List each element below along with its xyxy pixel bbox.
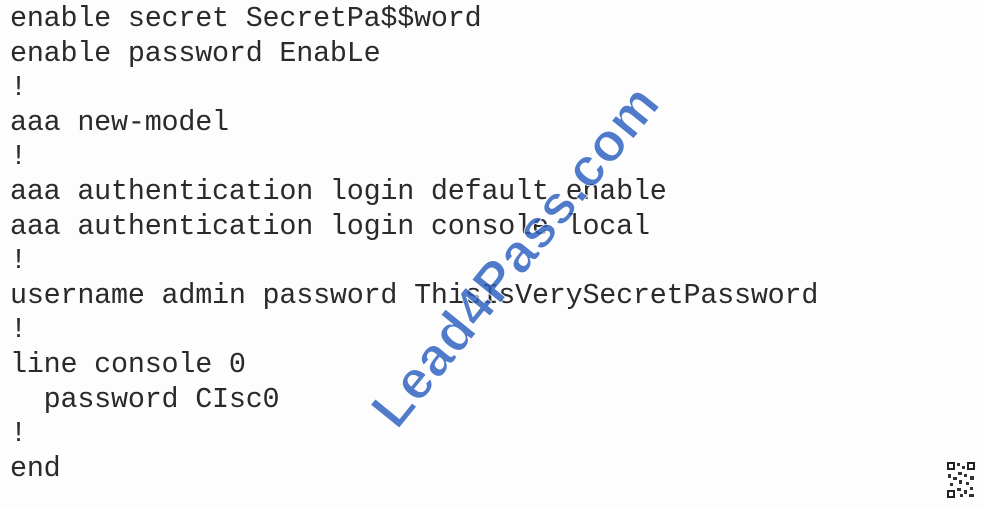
config-separator: ! (10, 313, 27, 347)
config-screenshot: enable secret SecretPa$$word enable pass… (0, 0, 984, 508)
config-line-aaa-new-model: aaa new-model (10, 105, 229, 139)
config-separator: ! (10, 71, 27, 105)
config-separator: ! (10, 244, 27, 278)
config-line-username: username admin password ThisIsVerySecret… (10, 278, 819, 312)
config-line-line-console: line console 0 (10, 347, 246, 381)
config-line-end: end (10, 451, 61, 485)
qr-code-icon (946, 460, 976, 500)
config-line-enable-secret: enable secret SecretPa$$word (10, 2, 482, 35)
config-separator: ! (10, 140, 27, 174)
config-separator: ! (10, 417, 27, 451)
config-line-console-password: password CIsc0 (10, 382, 280, 416)
config-line-aaa-login-default: aaa authentication login default enable (10, 174, 667, 208)
config-line-enable-password: enable password EnabLe (10, 36, 381, 70)
config-line-aaa-login-console: aaa authentication login console local (10, 209, 650, 243)
running-config-text: enable secret SecretPa$$word enable pass… (10, 2, 818, 486)
